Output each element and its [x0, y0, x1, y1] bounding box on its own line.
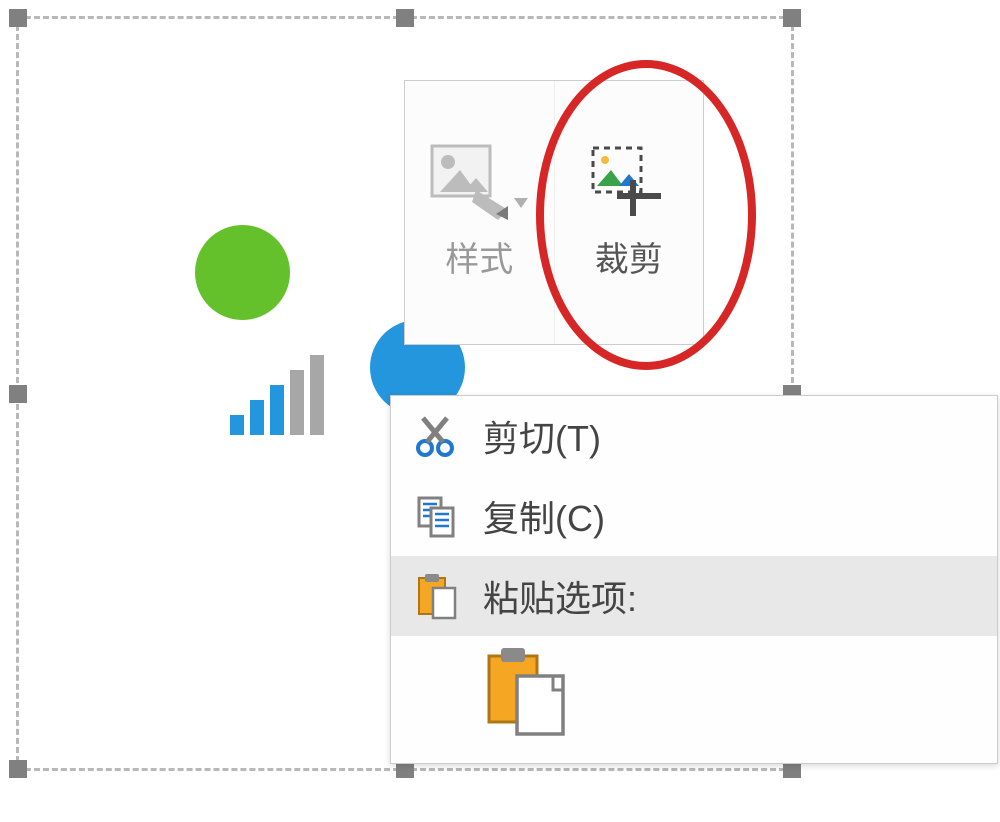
- paste-options-header: 粘贴选项:: [391, 556, 997, 636]
- copy-icon: [415, 494, 459, 538]
- resize-handle-tl[interactable]: [9, 9, 27, 27]
- menu-item-copy[interactable]: 复制(C): [391, 476, 997, 556]
- green-circle-shape: [195, 225, 290, 320]
- copy-label: 复制(C): [483, 490, 979, 542]
- clipboard-icon: [415, 572, 459, 620]
- scissors-icon: [415, 414, 459, 458]
- menu-item-cut[interactable]: 剪切(T): [391, 396, 997, 476]
- crop-icon: [589, 144, 669, 220]
- paste-options-row: [391, 636, 997, 763]
- mini-floating-toolbar: 样式 裁剪: [404, 80, 704, 345]
- style-button[interactable]: 样式: [405, 81, 555, 344]
- cut-label: 剪切(T): [483, 410, 979, 462]
- resize-handle-tr[interactable]: [783, 9, 801, 27]
- resize-handle-ml[interactable]: [9, 385, 27, 403]
- context-menu: 剪切(T) 复制(C) 粘贴选项:: [390, 395, 998, 764]
- paste-option-icon: [483, 646, 571, 738]
- paste-option-keep-source[interactable]: [483, 646, 571, 743]
- dropdown-triangle-icon: [514, 198, 528, 208]
- bar-chart-icon: [230, 355, 324, 435]
- picture-style-icon: [430, 144, 510, 220]
- resize-handle-tm[interactable]: [396, 9, 414, 27]
- crop-button[interactable]: 裁剪: [555, 81, 704, 344]
- paste-header-label: 粘贴选项:: [483, 570, 979, 622]
- crop-label: 裁剪: [595, 232, 663, 281]
- resize-handle-bl[interactable]: [9, 760, 27, 778]
- style-label: 样式: [445, 232, 513, 281]
